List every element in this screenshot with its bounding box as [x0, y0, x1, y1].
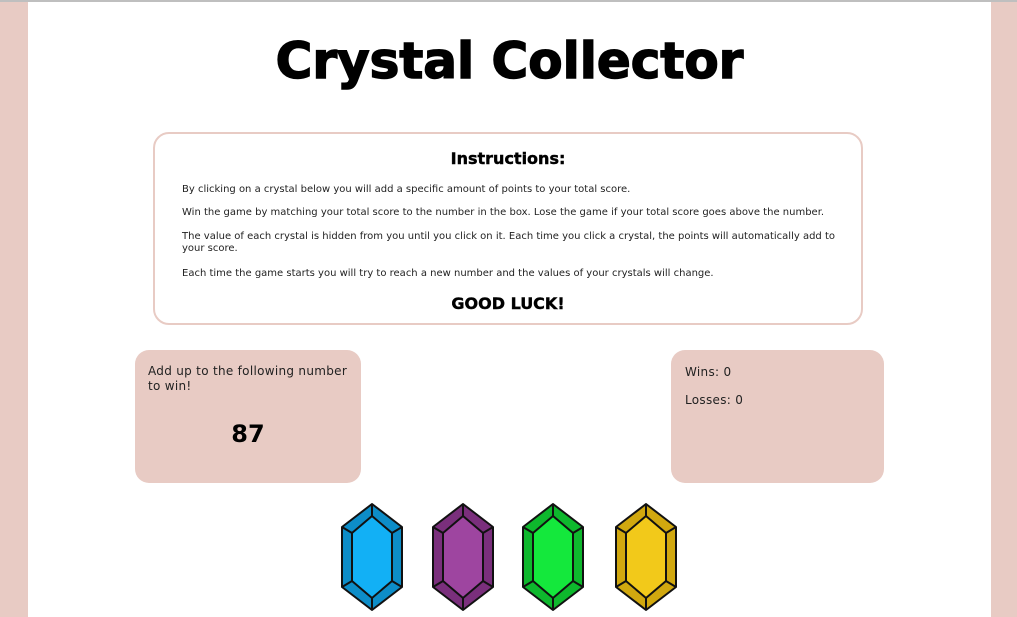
page-title: Crystal Collector	[275, 31, 744, 91]
instruction-paragraph: Each time the game starts you will try t…	[182, 268, 714, 279]
instruction-paragraph: By clicking on a crystal below you will …	[182, 184, 631, 195]
instructions-heading: Instructions:	[450, 149, 566, 168]
losses-counter: Losses: 0	[685, 393, 744, 407]
crystal-row	[28, 502, 991, 617]
blue-crystal[interactable]	[340, 502, 404, 612]
purple-crystal[interactable]	[431, 502, 495, 612]
instruction-paragraph: Win the game by matching your total scor…	[182, 207, 825, 218]
target-number-panel: Add up to the following number to win! 8…	[135, 350, 361, 483]
instructions-panel: Instructions: By clicking on a crystal b…	[153, 132, 863, 325]
target-number: 87	[231, 420, 265, 448]
yellow-crystal[interactable]	[614, 502, 678, 612]
target-label: Add up to the following number to win!	[148, 364, 348, 393]
game-container: Crystal Collector Instructions: By click…	[28, 2, 991, 617]
wins-counter: Wins: 0	[685, 365, 732, 379]
instruction-paragraph: The value of each crystal is hidden from…	[182, 231, 835, 254]
score-panel: Wins: 0 Losses: 0	[671, 350, 884, 483]
green-crystal[interactable]	[521, 502, 585, 612]
good-luck-text: GOOD LUCK!	[451, 294, 565, 313]
